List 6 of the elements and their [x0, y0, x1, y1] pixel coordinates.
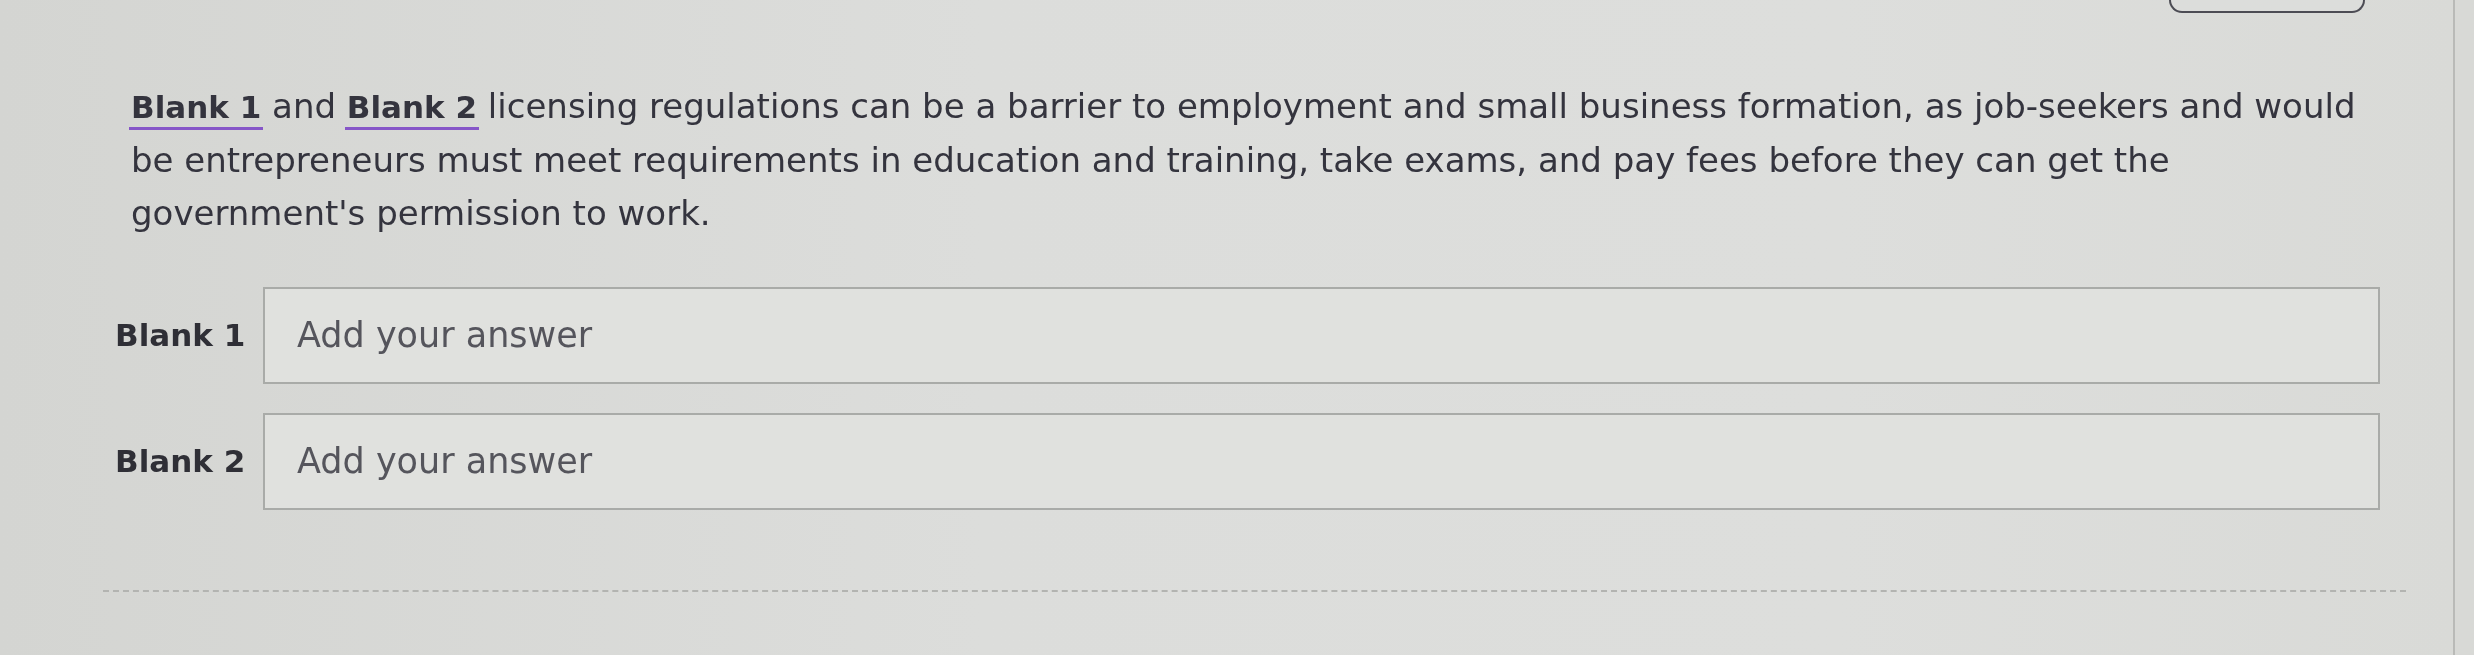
- button-edge[interactable]: [2169, 0, 2365, 13]
- blank-label: Blank 2: [115, 443, 246, 479]
- answer-field[interactable]: Add your answer: [263, 286, 2380, 384]
- answer-field[interactable]: Add your answer: [263, 412, 2380, 510]
- question-text: Blank 1 and Blank 2 licensing regulations can be a barrier to employment and small business formation, as job-seekers and would be entrepreneurs must meet requirements in education and training, take exams, and pay fees before they can get the government's permission to work.: [131, 85, 2357, 235]
- blank-label: Blank 1: [115, 317, 246, 353]
